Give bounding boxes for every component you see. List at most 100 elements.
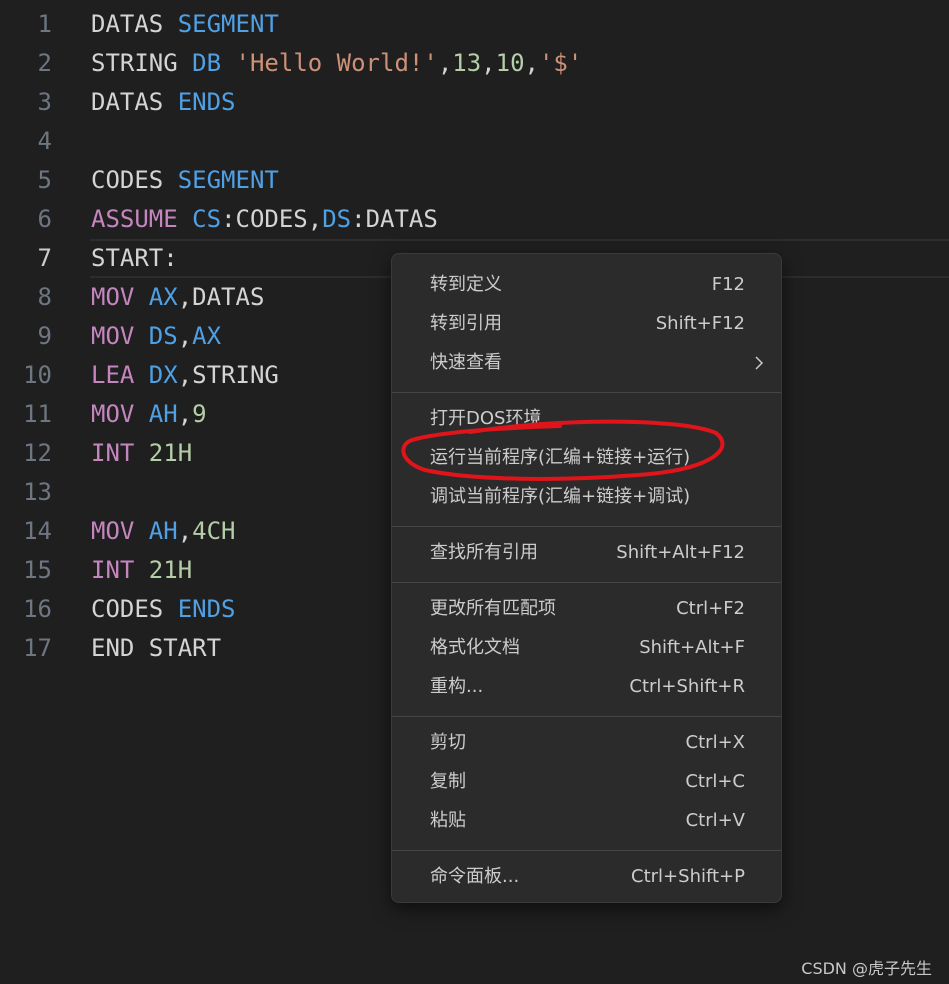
code-token: MOV	[91, 322, 149, 350]
code-token: ENDS	[177, 88, 236, 116]
code-line[interactable]: 3 DATAS ENDS	[0, 83, 949, 122]
menu-separator	[392, 526, 781, 527]
code-token: ,STRING	[177, 361, 279, 389]
code-token: 21H	[148, 439, 193, 467]
menu-item-label: 运行当前程序(汇编+链接+运行)	[430, 447, 691, 468]
menu-item[interactable]: 重构... Ctrl+Shift+R	[392, 669, 783, 705]
code-text: START:	[91, 239, 178, 278]
code-line[interactable]: 4	[0, 122, 949, 161]
menu-separator	[392, 850, 781, 851]
code-token: AX	[148, 283, 178, 311]
code-token: INT	[91, 556, 149, 584]
menu-item-label: 格式化文档	[430, 637, 520, 658]
chevron-right-icon	[755, 356, 764, 370]
code-text: DATAS ENDS	[91, 83, 236, 122]
code-token: MOV	[91, 517, 149, 545]
code-token: ,	[481, 49, 496, 77]
menu-item[interactable]: 复制 Ctrl+C	[392, 764, 783, 800]
line-number: 16	[23, 595, 52, 623]
code-line[interactable]: 1 DATAS SEGMENT	[0, 5, 949, 44]
line-number: 3	[37, 88, 52, 116]
code-token: SEGMENT	[177, 166, 279, 194]
code-token: DATAS	[91, 10, 178, 38]
code-token: ,	[177, 322, 193, 350]
line-number: 8	[37, 283, 52, 311]
code-token: ENDS	[177, 595, 236, 623]
line-number: 7	[37, 244, 52, 272]
menu-separator	[392, 716, 781, 717]
code-token: MOV	[91, 400, 149, 428]
code-line[interactable]: 6 ASSUME CS:CODES,DS:DATAS	[0, 200, 949, 239]
code-text: STRING DB 'Hello World!',13,10,'$'	[91, 44, 582, 83]
menu-item[interactable]: 运行当前程序(汇编+链接+运行)	[392, 440, 783, 476]
code-token: SEGMENT	[177, 10, 279, 38]
menu-item[interactable]: 打开DOS环境	[392, 401, 783, 437]
code-token: CODES	[91, 166, 178, 194]
menu-item[interactable]: 命令面板... Ctrl+Shift+P	[392, 859, 783, 895]
line-number: 13	[23, 478, 52, 506]
menu-item-label: 转到定义	[430, 274, 502, 295]
menu-item-label: 粘贴	[430, 810, 466, 831]
menu-item-shortcut: Shift+F12	[655, 313, 745, 334]
code-text: CODES SEGMENT	[91, 161, 279, 200]
code-token: :DATAS	[351, 205, 438, 233]
code-token: 13	[452, 49, 482, 77]
code-line[interactable]: 2 STRING DB 'Hello World!',13,10,'$'	[0, 44, 949, 83]
line-number: 11	[23, 400, 52, 428]
code-text: MOV AH,4CH	[91, 512, 236, 551]
menu-item[interactable]: 查找所有引用 Shift+Alt+F12	[392, 535, 783, 571]
menu-item-label: 调试当前程序(汇编+链接+调试)	[430, 486, 691, 507]
menu-item-shortcut: Ctrl+C	[685, 771, 745, 792]
menu-item-shortcut: Ctrl+F2	[676, 598, 745, 619]
menu-item-shortcut: Shift+Alt+F	[639, 637, 745, 658]
menu-item[interactable]: 更改所有匹配项 Ctrl+F2	[392, 591, 783, 627]
menu-separator	[392, 392, 781, 393]
code-line[interactable]: 5 CODES SEGMENT	[0, 161, 949, 200]
code-token: STRING	[91, 49, 193, 77]
code-token: INT	[91, 439, 149, 467]
code-token: END START	[91, 634, 222, 662]
menu-item[interactable]: 格式化文档 Shift+Alt+F	[392, 630, 783, 666]
code-token: CS	[192, 205, 222, 233]
menu-item-shortcut: Ctrl+Shift+P	[631, 866, 745, 887]
code-text: INT 21H	[91, 434, 192, 473]
code-token: 10	[495, 49, 525, 77]
line-number: 15	[23, 556, 52, 584]
line-number: 9	[37, 322, 52, 350]
code-token: ASSUME	[91, 205, 193, 233]
watermark: CSDN @虎子先生	[801, 959, 932, 978]
code-token: AH	[148, 400, 178, 428]
menu-item[interactable]: 剪切 Ctrl+X	[392, 725, 783, 761]
code-token: CODES	[91, 595, 178, 623]
code-text: ASSUME CS:CODES,DS:DATAS	[91, 200, 438, 239]
menu-item[interactable]: 转到定义 F12	[392, 267, 783, 303]
code-token: ,	[177, 400, 193, 428]
menu-item-label: 更改所有匹配项	[430, 598, 556, 619]
line-number: 4	[37, 127, 52, 155]
menu-item-label: 打开DOS环境	[430, 408, 542, 429]
code-token: :CODES,	[221, 205, 323, 233]
code-token: 21H	[148, 556, 193, 584]
line-number: 5	[37, 166, 52, 194]
line-number: 14	[23, 517, 52, 545]
menu-item-label: 剪切	[430, 732, 466, 753]
code-text: END START	[91, 629, 221, 668]
code-text: MOV AX,DATAS	[91, 278, 264, 317]
code-token: '$'	[538, 49, 583, 77]
menu-item[interactable]: 转到引用 Shift+F12	[392, 306, 783, 342]
code-token: DX	[148, 361, 178, 389]
code-token: ,	[437, 49, 453, 77]
menu-item-shortcut: F12	[711, 274, 745, 295]
context-menu[interactable]: 转到定义 F12 转到引用 Shift+F12 快速查看打开DOS环境运行当前程序(汇编…	[391, 253, 782, 903]
code-token: ,DATAS	[177, 283, 265, 311]
line-number: 12	[23, 439, 52, 467]
menu-item[interactable]: 调试当前程序(汇编+链接+调试)	[392, 479, 783, 515]
menu-item-shortcut: Ctrl+V	[685, 810, 745, 831]
menu-item-label: 复制	[430, 771, 466, 792]
menu-item[interactable]: 快速查看	[392, 345, 783, 381]
menu-item-shortcut: Shift+Alt+F12	[616, 542, 745, 563]
menu-item-shortcut: Ctrl+X	[685, 732, 745, 753]
menu-item[interactable]: 粘贴 Ctrl+V	[392, 803, 783, 839]
menu-separator	[392, 582, 781, 583]
code-text: MOV DS,AX	[91, 317, 221, 356]
